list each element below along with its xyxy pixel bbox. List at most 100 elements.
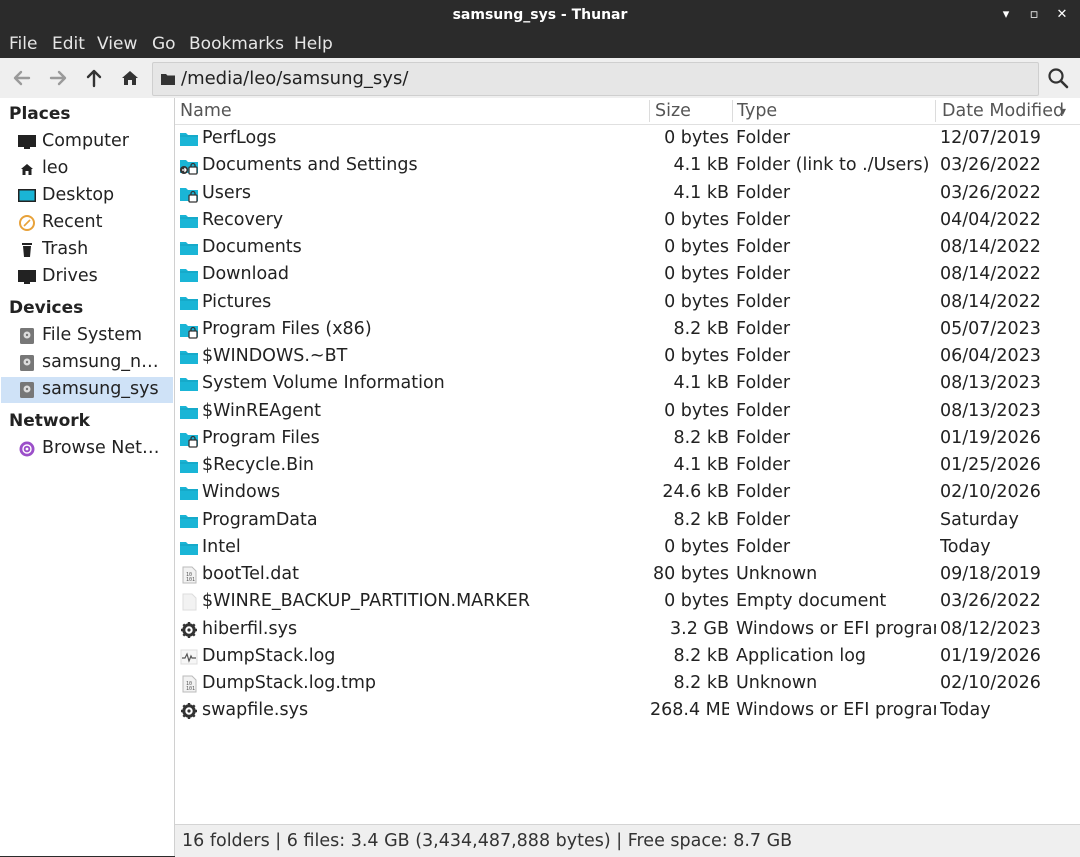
menu-bookmarks[interactable]: Bookmarks	[189, 34, 284, 54]
file-list-view: Name Size Type Date Modified ▾ PerfLogs 0…	[175, 98, 1080, 824]
file-type: Folder	[736, 128, 791, 148]
folder-locked-icon	[180, 187, 198, 203]
monitor-icon	[18, 135, 36, 149]
file-date: Today	[940, 700, 991, 721]
menu-go[interactable]: Go	[152, 34, 176, 54]
file-size: 0 bytes	[664, 346, 729, 366]
sidebar-item-drives[interactable]: Drives	[1, 264, 173, 290]
file-row[interactable]: $Recycle.Bin 4.1 kB Folder 01/25/2026	[175, 452, 1080, 479]
home-icon	[122, 71, 138, 85]
folder-link-locked-icon	[180, 160, 198, 175]
sidebar-item-home[interactable]: leo	[1, 156, 173, 182]
file-size: 0 bytes	[664, 591, 729, 612]
file-date: 08/12/2023	[940, 618, 1041, 639]
file-row[interactable]: Intel 0 bytes Folder Today	[175, 534, 1080, 561]
file-row[interactable]: ProgramData 8.2 kB Folder Saturday	[175, 507, 1080, 534]
file-row[interactable]: Pictures 0 bytes Folder 08/14/2022	[175, 289, 1080, 316]
location-bar[interactable]: /media/leo/samsung_sys/	[152, 62, 1039, 96]
file-row[interactable]: $WINRE_BACKUP_PARTITION.MARKER 0 bytes Emp…	[175, 588, 1080, 615]
file-size: 80 bytes	[652, 564, 729, 584]
file-size: 8.2 kB	[673, 673, 729, 693]
sidebar-item-desktop[interactable]: Desktop	[1, 183, 173, 209]
column-date-modified[interactable]: Date Modified	[942, 98, 1064, 124]
file-row[interactable]: PerfLogs 0 bytes Folder 12/07/2019	[175, 125, 1080, 152]
column-size[interactable]: Size	[655, 98, 691, 124]
file-name: Pictures	[202, 291, 272, 312]
file-size: 0 bytes	[664, 209, 729, 230]
file-type: Folder	[736, 182, 791, 203]
file-row[interactable]: 10 101 DumpStack.log.tmp 8.2 kB Unknown 02/10…	[175, 670, 1080, 697]
file-row[interactable]: DumpStack.log 8.2 kB Application log 01/19/…	[175, 643, 1080, 670]
file-type: Empty document	[736, 591, 887, 612]
file-row[interactable]: $WinREAgent 0 bytes Folder 08/13/2023	[175, 398, 1080, 425]
harddisk-icon	[20, 355, 34, 371]
file-row[interactable]: Program Files (x86) 8.2 kB Folder 05/07/202…	[175, 316, 1080, 343]
file-row[interactable]: hiberfil.sys 3.2 GB Windows or EFI program…	[175, 616, 1080, 643]
column-divider[interactable]	[935, 100, 936, 122]
binary-file-icon: 10101	[182, 566, 197, 584]
file-type: Unknown	[736, 564, 818, 584]
file-type: Folder	[736, 237, 791, 257]
title-bar[interactable]: samsung_sys - Thunar ▾ ▫ ✕	[0, 0, 1080, 30]
sidebar-item-trash[interactable]: Trash	[1, 237, 173, 263]
clock-icon	[19, 215, 35, 231]
menu-view[interactable]: View	[97, 34, 137, 54]
folder-icon	[180, 214, 198, 228]
arrow-right-icon	[49, 70, 67, 86]
folder-icon	[180, 405, 198, 419]
search-button[interactable]	[1046, 66, 1070, 90]
maximize-button[interactable]: ▫	[1024, 5, 1044, 25]
file-row[interactable]: Documents 0 bytes Folder 08/14/2022	[175, 234, 1080, 261]
network-icon	[19, 441, 35, 457]
file-row[interactable]: swapfile.sys 268.4 MB Windows or EFI progr…	[175, 697, 1080, 724]
back-button[interactable]	[10, 66, 34, 90]
file-name: Documents	[202, 237, 302, 257]
file-size: 8.2 kB	[673, 509, 729, 530]
file-size: 0 bytes	[664, 400, 729, 421]
home-button[interactable]	[118, 66, 142, 90]
menu-file[interactable]: File	[9, 34, 37, 54]
sidebar-item-label: Trash	[42, 239, 89, 259]
menu-help[interactable]: Help	[294, 34, 333, 54]
minimize-button[interactable]: ▾	[996, 5, 1016, 25]
file-date: 03/26/2022	[940, 155, 1041, 176]
sidebar-item-browse-network[interactable]: Browse Network	[1, 436, 173, 462]
folder-locked-icon	[180, 323, 198, 339]
empty-document-icon	[182, 593, 197, 611]
file-row[interactable]: Download 0 bytes Folder 08/14/2022	[175, 261, 1080, 288]
file-row[interactable]: 10 101 bootTel.dat 80 bytes Unknown 09/18/201…	[175, 561, 1080, 588]
sidebar-item-recent[interactable]: Recent	[1, 210, 173, 236]
column-name[interactable]: Name	[180, 98, 232, 124]
file-row[interactable]: Users 4.1 kB Folder 03/26/2022	[175, 180, 1080, 207]
file-row[interactable]: Program Files 8.2 kB Folder 01/19/2026	[175, 425, 1080, 452]
parent-folder-button[interactable]	[82, 66, 106, 90]
file-date: 09/18/2019	[940, 564, 1041, 584]
sidebar-item-computer[interactable]: Computer	[1, 129, 173, 155]
close-button[interactable]: ✕	[1052, 5, 1072, 25]
forward-button[interactable]	[46, 66, 70, 90]
harddisk-icon	[20, 328, 34, 344]
thunar-window: samsung_sys - Thunar ▾ ▫ ✕ File Edit Vie…	[0, 0, 1080, 857]
file-type: Windows or EFI program	[736, 700, 936, 721]
sidebar-item-file-system[interactable]: File System	[1, 323, 173, 349]
drive-icon	[18, 270, 36, 284]
file-date: 01/19/2026	[940, 645, 1041, 666]
sidebar-item-samsung-sys[interactable]: samsung_sys	[1, 377, 173, 403]
file-row[interactable]: System Volume Information 4.1 kB Folder 08/…	[175, 370, 1080, 397]
sidebar-item-samsung-nosys[interactable]: samsung_nosys	[1, 350, 173, 376]
menu-edit[interactable]: Edit	[52, 34, 85, 54]
file-row[interactable]: Windows 24.6 kB Folder 02/10/2026	[175, 479, 1080, 506]
file-size: 0 bytes	[664, 536, 729, 557]
file-row[interactable]: Documents and Settings 4.1 kB Folder (link…	[175, 152, 1080, 179]
column-divider[interactable]	[649, 100, 650, 122]
sidebar-item-label: leo	[42, 158, 69, 178]
folder-icon	[180, 133, 198, 146]
file-row[interactable]: $WINDOWS.~BT 0 bytes Folder 06/04/2023	[175, 343, 1080, 370]
folder-icon	[180, 541, 198, 555]
folder-icon	[180, 296, 198, 310]
file-date: 05/07/2023	[940, 318, 1041, 339]
sort-descending-icon[interactable]: ▾	[1060, 98, 1066, 124]
column-type[interactable]: Type	[737, 98, 777, 124]
column-divider[interactable]	[732, 100, 733, 122]
file-row[interactable]: Recovery 0 bytes Folder 04/04/2022	[175, 207, 1080, 234]
